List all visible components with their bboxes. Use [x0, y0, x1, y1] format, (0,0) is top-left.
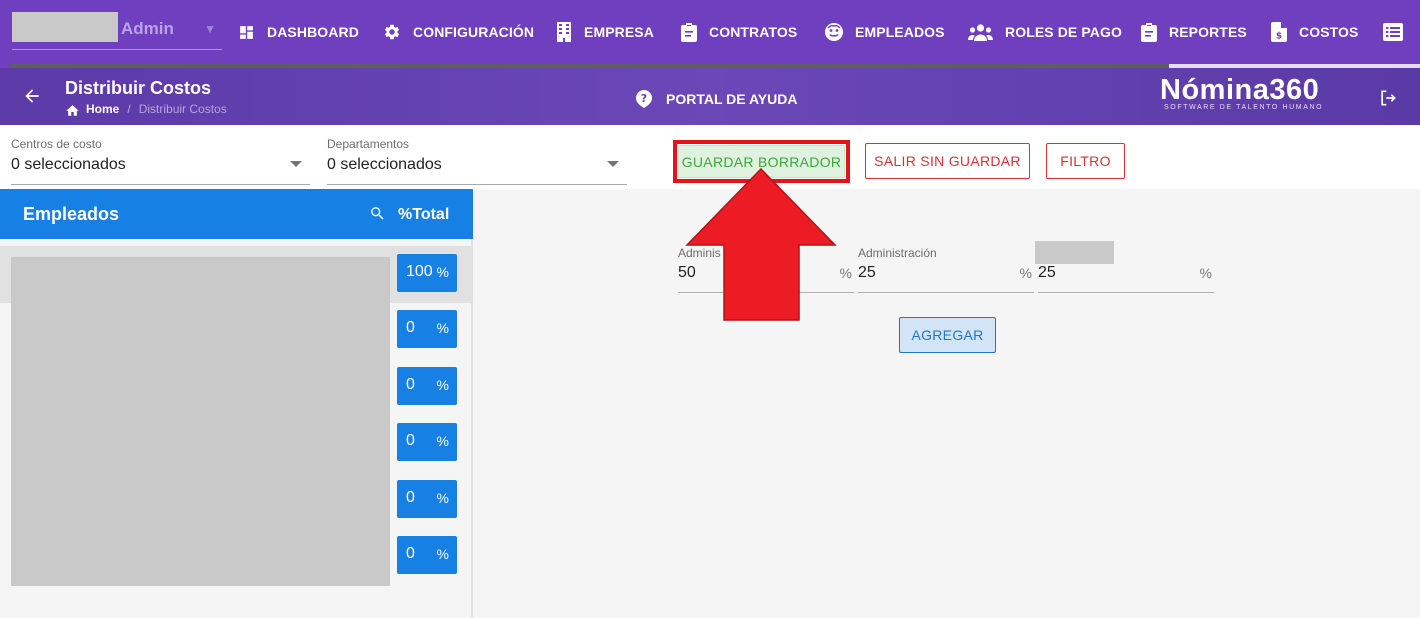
nav-item-dashboard[interactable]: DASHBOARD	[238, 0, 359, 64]
nav-item-label: REPORTES	[1169, 24, 1247, 40]
distribution-input[interactable]: Administración 25 %	[858, 244, 1034, 293]
brand-logo: Nómina360 SOFTWARE DE TALENTO HUMANO	[1160, 74, 1340, 111]
clipboard-icon	[681, 22, 697, 42]
nav-item-empleados[interactable]: EMPLEADOS	[825, 0, 945, 64]
brand-name: Nómina360	[1160, 74, 1320, 106]
logout-icon[interactable]	[1378, 88, 1398, 108]
nav-item-label: EMPLEADOS	[855, 24, 945, 40]
percent-symbol: %	[1199, 265, 1212, 281]
file-dollar-icon: $	[1271, 22, 1287, 42]
nav-item-empresa[interactable]: EMPRESA	[556, 0, 654, 64]
list-icon	[1383, 23, 1403, 41]
help-icon: ?	[636, 90, 652, 108]
percent-symbol: %	[436, 490, 449, 506]
percent-symbol: %	[1019, 265, 1032, 281]
percent-symbol: %	[436, 377, 449, 393]
nav-item-label: COSTOS	[1299, 24, 1359, 40]
nav-item-more[interactable]	[1383, 0, 1415, 64]
distribution-value: 25	[1038, 264, 1056, 281]
help-portal-label: PORTAL DE AYUDA	[666, 91, 798, 107]
breadcrumb-current: Distribuir Costos	[138, 102, 227, 116]
page-title: Distribuir Costos	[65, 78, 212, 98]
gear-icon	[384, 24, 400, 40]
search-icon[interactable]	[369, 205, 386, 222]
top-navigation: Admin ▼ DASHBOARD CONFIGURACIÓN EMPRESA …	[0, 0, 1420, 64]
page-header: Distribuir Costos Home / Distribuir Cost…	[0, 68, 1420, 125]
percent-symbol: %	[839, 265, 852, 281]
user-selector[interactable]: Admin ▼	[12, 12, 222, 50]
brand-tagline: SOFTWARE DE TALENTO HUMANO	[1164, 104, 1324, 111]
employee-names-list	[11, 257, 390, 586]
employee-percent-chip[interactable]: 0 %	[397, 480, 457, 518]
employee-percent-value: 0	[406, 432, 415, 449]
employees-header: Empleados %Total	[0, 189, 473, 239]
caret-down-icon	[290, 161, 302, 167]
employee-percent-chip[interactable]: 0 %	[397, 310, 457, 348]
employees-title: Empleados	[23, 204, 120, 224]
nav-item-contratos[interactable]: CONTRATOS	[681, 0, 797, 64]
employee-percent-chip[interactable]: 0 %	[397, 423, 457, 461]
employee-percent-value: 0	[406, 489, 415, 506]
employee-percent-chip[interactable]: 100 %	[397, 254, 457, 292]
distribution-label: Administración	[858, 246, 937, 260]
redacted-label	[1035, 241, 1114, 264]
nav-item-label: CONTRATOS	[709, 24, 798, 40]
percent-symbol: %	[436, 320, 449, 336]
user-role-label: Admin	[121, 19, 174, 38]
departments-select[interactable]: Departamentos 0 seleccionados	[327, 137, 627, 185]
percent-symbol: %	[436, 546, 449, 562]
percent-symbol: %	[436, 433, 449, 449]
distribution-value: 25	[858, 264, 876, 281]
nav-item-reportes[interactable]: REPORTES	[1141, 0, 1247, 64]
percent-symbol: %	[436, 264, 449, 280]
nav-item-label: DASHBOARD	[267, 24, 359, 40]
departments-value: 0 seleccionados	[327, 156, 442, 173]
employee-percent-value: 100	[406, 263, 433, 280]
breadcrumb-home[interactable]: Home	[86, 102, 119, 116]
nav-item-configuracion[interactable]: CONFIGURACIÓN	[383, 0, 534, 64]
nav-item-roles-de-pago[interactable]: ROLES DE PAGO	[968, 0, 1122, 64]
employee-percent-chip[interactable]: 0 %	[397, 367, 457, 405]
face-icon	[825, 23, 843, 41]
help-portal-link[interactable]: ? PORTAL DE AYUDA	[636, 90, 797, 108]
employee-percent-value: 0	[406, 376, 415, 393]
departments-label: Departamentos	[327, 137, 410, 151]
total-percent-label: %Total	[398, 206, 450, 223]
nav-item-costos[interactable]: $ COSTOS	[1271, 0, 1358, 64]
cost-centers-label: Centros de costo	[11, 137, 102, 151]
callout-arrow-up-icon	[685, 167, 837, 321]
cost-centers-select[interactable]: Centros de costo 0 seleccionados	[11, 137, 310, 185]
filter-button[interactable]: FILTRO	[1046, 143, 1125, 179]
exit-without-saving-button[interactable]: SALIR SIN GUARDAR	[865, 143, 1030, 179]
breadcrumb-separator: /	[127, 102, 131, 116]
svg-text:$: $	[1276, 32, 1282, 42]
breadcrumb: Home / Distribuir Costos	[65, 102, 227, 116]
employee-percent-chip[interactable]: 0 %	[397, 536, 457, 574]
employees-panel: Empleados %Total 100 % 0 % 0 % 0 % 0 % 0…	[0, 189, 473, 618]
nav-item-label: CONFIGURACIÓN	[413, 24, 535, 40]
dashboard-icon	[240, 25, 253, 39]
cost-centers-value: 0 seleccionados	[11, 156, 126, 173]
users-icon	[968, 23, 993, 41]
user-avatar	[12, 12, 118, 42]
building-icon	[557, 22, 571, 42]
nav-item-label: ROLES DE PAGO	[1005, 24, 1122, 40]
employee-percent-value: 0	[406, 545, 415, 562]
chevron-down-icon: ▼	[204, 22, 216, 36]
add-button[interactable]: AGREGAR	[899, 317, 996, 353]
nav-item-label: EMPRESA	[584, 24, 654, 40]
clipboard-icon	[1141, 22, 1157, 42]
employee-percent-value: 0	[406, 319, 415, 336]
svg-text:?: ?	[641, 92, 647, 105]
arrow-left-icon[interactable]	[22, 86, 42, 106]
home-icon	[66, 104, 79, 116]
caret-down-icon	[607, 161, 619, 167]
